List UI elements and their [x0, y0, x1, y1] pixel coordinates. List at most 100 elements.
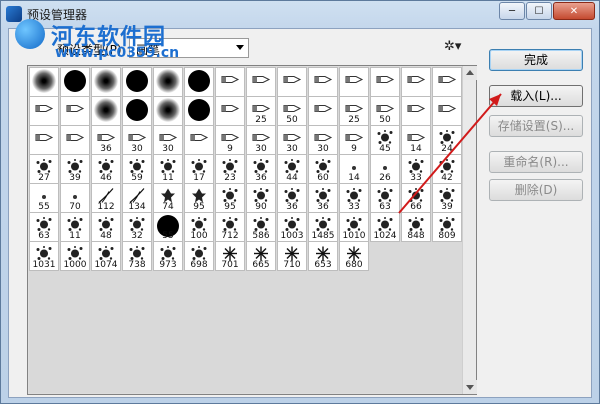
- brush-preset-tile[interactable]: 30: [246, 125, 276, 155]
- brush-preset-tile[interactable]: [29, 67, 59, 97]
- maximize-button[interactable]: ☐: [526, 2, 552, 20]
- brush-preset-tile[interactable]: [432, 67, 462, 97]
- brush-preset-tile[interactable]: 698: [184, 241, 214, 271]
- brush-preset-tile[interactable]: 1074: [91, 241, 121, 271]
- brush-preset-tile[interactable]: [60, 125, 90, 155]
- load-button[interactable]: 载入(L)...: [489, 85, 583, 107]
- brush-preset-tile[interactable]: [215, 67, 245, 97]
- brush-preset-tile[interactable]: [432, 96, 462, 126]
- brush-preset-tile[interactable]: 39: [60, 154, 90, 184]
- brush-preset-tile[interactable]: 95: [215, 183, 245, 213]
- brush-preset-tile[interactable]: [184, 125, 214, 155]
- brush-preset-tile[interactable]: 24: [432, 125, 462, 155]
- brush-preset-tile[interactable]: 66: [401, 183, 431, 213]
- save-settings-button[interactable]: 存储设置(S)...: [489, 115, 583, 137]
- brush-preset-tile[interactable]: 701: [215, 241, 245, 271]
- brush-preset-tile[interactable]: 48: [91, 212, 121, 242]
- brush-preset-tile[interactable]: 55: [153, 212, 183, 242]
- brush-preset-tile[interactable]: [339, 67, 369, 97]
- brush-preset-tile[interactable]: 25: [339, 96, 369, 126]
- brush-preset-tile[interactable]: [184, 67, 214, 97]
- brush-preset-tile[interactable]: [184, 96, 214, 126]
- brush-preset-tile[interactable]: 36: [277, 183, 307, 213]
- brush-preset-tile[interactable]: 46: [91, 154, 121, 184]
- brush-preset-tile[interactable]: 27: [29, 154, 59, 184]
- brush-preset-tile[interactable]: 36: [246, 154, 276, 184]
- brush-preset-tile[interactable]: 1485: [308, 212, 338, 242]
- brush-preset-tile[interactable]: [370, 67, 400, 97]
- brush-preset-tile[interactable]: 11: [153, 154, 183, 184]
- brush-preset-tile[interactable]: 11: [60, 212, 90, 242]
- brush-preset-tile[interactable]: [29, 125, 59, 155]
- brush-preset-tile[interactable]: [246, 67, 276, 97]
- brush-preset-tile[interactable]: [60, 96, 90, 126]
- gear-icon[interactable]: ✲▾: [444, 39, 461, 54]
- brush-preset-tile[interactable]: [91, 96, 121, 126]
- brush-preset-tile[interactable]: [401, 96, 431, 126]
- brush-preset-tile[interactable]: 1003: [277, 212, 307, 242]
- brush-preset-tile[interactable]: [29, 96, 59, 126]
- brush-preset-tile[interactable]: 30: [122, 125, 152, 155]
- brush-preset-tile[interactable]: 738: [122, 241, 152, 271]
- brush-preset-tile[interactable]: 30: [308, 125, 338, 155]
- brush-preset-tile[interactable]: 55: [29, 183, 59, 213]
- brush-preset-tile[interactable]: 30: [277, 125, 307, 155]
- brush-preset-tile[interactable]: 36: [308, 183, 338, 213]
- brush-preset-tile[interactable]: 9: [339, 125, 369, 155]
- brush-preset-tile[interactable]: 17: [184, 154, 214, 184]
- brush-preset-tile[interactable]: 665: [246, 241, 276, 271]
- brush-preset-tile[interactable]: 39: [432, 183, 462, 213]
- brush-preset-tile[interactable]: 70: [60, 183, 90, 213]
- brush-preset-tile[interactable]: 586: [246, 212, 276, 242]
- brush-preset-tile[interactable]: 1000: [60, 241, 90, 271]
- brush-preset-tile[interactable]: 23: [215, 154, 245, 184]
- brush-preset-tile[interactable]: 60: [308, 154, 338, 184]
- brush-preset-tile[interactable]: 1031: [29, 241, 59, 271]
- brush-preset-tile[interactable]: 45: [370, 125, 400, 155]
- brush-preset-tile[interactable]: [122, 67, 152, 97]
- brush-preset-tile[interactable]: 26: [370, 154, 400, 184]
- brush-preset-tile[interactable]: [153, 67, 183, 97]
- brush-preset-tile[interactable]: 653: [308, 241, 338, 271]
- brush-preset-tile[interactable]: 59: [122, 154, 152, 184]
- brush-preset-tile[interactable]: 1010: [339, 212, 369, 242]
- done-button[interactable]: 完成: [489, 49, 583, 71]
- brush-preset-tile[interactable]: 710: [277, 241, 307, 271]
- brush-preset-tile[interactable]: 50: [370, 96, 400, 126]
- brush-preset-tile[interactable]: [122, 96, 152, 126]
- brush-preset-tile[interactable]: 25: [246, 96, 276, 126]
- brush-preset-tile[interactable]: [401, 67, 431, 97]
- brush-preset-tile[interactable]: 33: [339, 183, 369, 213]
- brush-preset-tile[interactable]: [91, 67, 121, 97]
- brush-preset-tile[interactable]: [308, 96, 338, 126]
- brush-preset-tile[interactable]: 14: [339, 154, 369, 184]
- brush-preset-tile[interactable]: 36: [91, 125, 121, 155]
- brush-preset-tile[interactable]: 134: [122, 183, 152, 213]
- brush-preset-tile[interactable]: [153, 96, 183, 126]
- brush-preset-tile[interactable]: 63: [370, 183, 400, 213]
- rename-button[interactable]: 重命名(R)...: [489, 151, 583, 173]
- brush-preset-tile[interactable]: 680: [339, 241, 369, 271]
- close-button[interactable]: ✕: [553, 2, 595, 20]
- brush-preset-tile[interactable]: 112: [91, 183, 121, 213]
- brush-preset-tile[interactable]: 63: [29, 212, 59, 242]
- brush-preset-tile[interactable]: 848: [401, 212, 431, 242]
- brush-preset-tile[interactable]: 712: [215, 212, 245, 242]
- brush-preset-tile[interactable]: 32: [122, 212, 152, 242]
- brush-preset-tile[interactable]: [277, 67, 307, 97]
- brush-preset-tile[interactable]: 95: [184, 183, 214, 213]
- brush-preset-tile[interactable]: 809: [432, 212, 462, 242]
- brush-preset-tile[interactable]: 74: [153, 183, 183, 213]
- brush-preset-tile[interactable]: 9: [215, 125, 245, 155]
- vertical-scrollbar[interactable]: [462, 66, 477, 394]
- minimize-button[interactable]: ─: [499, 2, 525, 20]
- brush-preset-tile[interactable]: [308, 67, 338, 97]
- brush-preset-tile[interactable]: 1024: [370, 212, 400, 242]
- brush-preset-tile[interactable]: 90: [246, 183, 276, 213]
- brush-preset-tile[interactable]: 33: [401, 154, 431, 184]
- brush-preset-tile[interactable]: 42: [432, 154, 462, 184]
- scroll-down-icon[interactable]: [463, 380, 477, 394]
- brush-preset-tile[interactable]: 30: [153, 125, 183, 155]
- brush-preset-tile[interactable]: 100: [184, 212, 214, 242]
- brush-preset-tile[interactable]: 50: [277, 96, 307, 126]
